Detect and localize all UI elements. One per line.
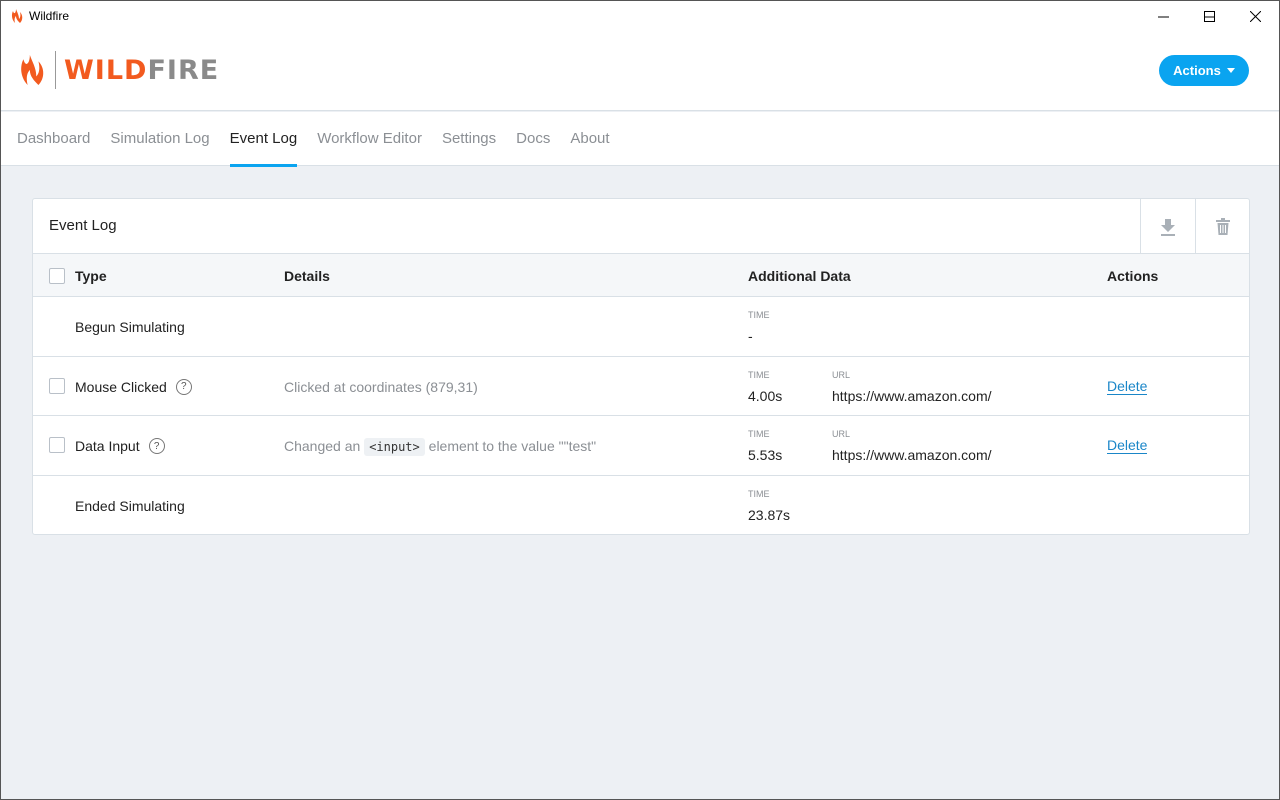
- row-checkbox[interactable]: [49, 377, 65, 394]
- time-value: 23.87s: [748, 506, 791, 523]
- nav-tabs: Dashboard Simulation Log Event Log Workf…: [1, 112, 1279, 167]
- time-label: TIME: [748, 369, 770, 380]
- event-type: Mouse Clicked?: [75, 378, 192, 395]
- event-type: Ended Simulating: [75, 497, 185, 514]
- download-button[interactable]: [1140, 199, 1194, 254]
- time-label: TIME: [748, 429, 770, 439]
- event-log-card: Event Log Type Details Additional Data A…: [32, 198, 1250, 535]
- delete-link[interactable]: Delete: [1107, 378, 1148, 395]
- window-title: Wildfire: [29, 9, 70, 23]
- details-code: <input>: [364, 438, 425, 456]
- table-row: Ended Simulating TIME 23.87s: [33, 476, 1249, 536]
- event-details: Changed an <input> element to the value …: [284, 438, 597, 456]
- maximize-button[interactable]: [1186, 1, 1232, 31]
- time-value: -: [748, 328, 753, 344]
- tab-settings[interactable]: Settings: [442, 112, 496, 166]
- event-details: Clicked at coordinates (879,31): [284, 378, 478, 395]
- close-button[interactable]: [1232, 1, 1278, 31]
- close-icon: [1249, 10, 1261, 22]
- help-icon[interactable]: ?: [175, 378, 192, 395]
- delete-link[interactable]: Delete: [1107, 437, 1148, 454]
- details-text: element to the value ""test": [428, 438, 597, 454]
- maximize-icon: [1203, 10, 1215, 22]
- brand-logo: WILDFIRE: [17, 51, 219, 89]
- url-label: URL: [832, 429, 851, 439]
- trash-icon: [1215, 218, 1230, 235]
- help-icon[interactable]: ?: [148, 438, 165, 454]
- time-label: TIME: [748, 310, 770, 320]
- url-label: URL: [832, 369, 851, 380]
- url-value: https://www.amazon.com/: [832, 447, 992, 463]
- wildfire-logo-icon: [11, 9, 23, 23]
- brand-fire: FIRE: [147, 54, 220, 86]
- minimize-icon: [1157, 16, 1169, 17]
- app-header: WILDFIRE Actions: [1, 31, 1279, 111]
- event-type-label: Mouse Clicked: [75, 378, 167, 395]
- tab-about[interactable]: About: [570, 112, 609, 166]
- table-header: Type Details Additional Data Actions: [33, 254, 1249, 297]
- time-label: TIME: [748, 488, 770, 499]
- actions-label: Actions: [1173, 63, 1221, 78]
- url-value: https://www.amazon.com/: [832, 387, 992, 404]
- table-row: Begun Simulating TIME -: [33, 297, 1249, 357]
- card-header: Event Log: [33, 199, 1249, 254]
- row-checkbox[interactable]: [49, 437, 65, 453]
- tab-dashboard[interactable]: Dashboard: [17, 112, 90, 166]
- logo-divider: [55, 51, 56, 89]
- time-value: 5.53s: [748, 447, 783, 463]
- tab-event-log[interactable]: Event Log: [229, 112, 297, 167]
- col-additional-data: Additional Data: [748, 268, 851, 284]
- table-row: Data Input? Changed an <input> element t…: [33, 416, 1249, 476]
- minimize-button-alt[interactable]: [1140, 1, 1186, 31]
- actions-button[interactable]: Actions: [1159, 55, 1249, 86]
- event-type: Data Input?: [75, 438, 165, 454]
- tab-workflow-editor[interactable]: Workflow Editor: [317, 112, 422, 166]
- brand-wild: WILD: [64, 54, 148, 86]
- tab-simulation-log[interactable]: Simulation Log: [110, 112, 209, 166]
- table-row: Mouse Clicked? Clicked at coordinates (8…: [33, 357, 1249, 416]
- card-title: Event Log: [49, 217, 117, 234]
- details-text: Changed an: [284, 438, 361, 454]
- flame-icon: [21, 55, 44, 85]
- title-bar: Wildfire: [1, 1, 1279, 31]
- event-type-label: Data Input: [75, 438, 140, 454]
- select-all-checkbox[interactable]: [49, 268, 65, 284]
- event-type: Begun Simulating: [75, 319, 185, 335]
- caret-down-icon: [1226, 68, 1235, 73]
- col-type: Type: [75, 268, 107, 284]
- brand-wordmark: WILDFIRE: [64, 55, 219, 86]
- download-icon: [1160, 218, 1175, 236]
- tab-docs[interactable]: Docs: [516, 112, 550, 166]
- col-details: Details: [284, 268, 330, 284]
- delete-all-button[interactable]: [1195, 199, 1249, 254]
- col-actions: Actions: [1107, 268, 1159, 284]
- time-value: 4.00s: [748, 387, 783, 404]
